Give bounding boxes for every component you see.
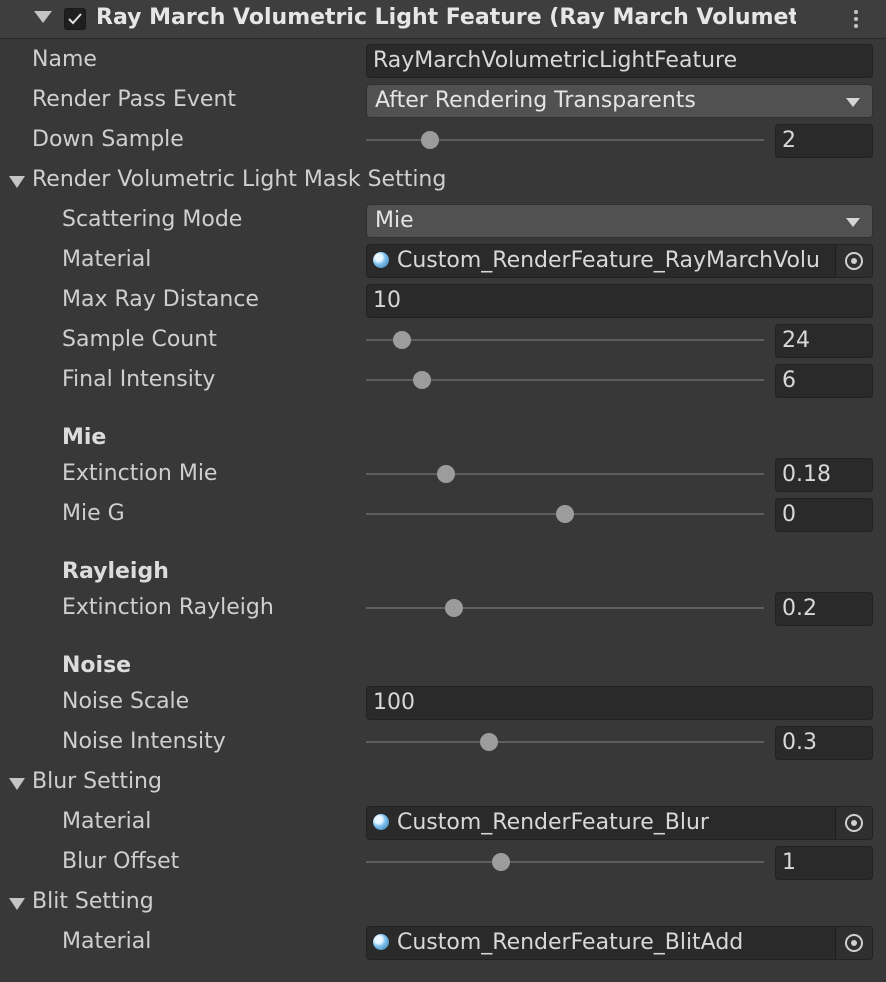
down-sample-label: Down Sample xyxy=(32,127,184,152)
render-pass-event-value: After Rendering Transparents xyxy=(375,88,696,113)
material-sphere-icon xyxy=(373,252,389,268)
more-options-icon[interactable] xyxy=(846,8,866,32)
name-field[interactable]: RayMarchVolumetricLightFeature xyxy=(366,44,873,78)
down-sample-field[interactable]: 2 xyxy=(775,124,873,158)
noise-intensity-slider-track[interactable] xyxy=(366,741,764,743)
extinction-rayleigh-field[interactable]: 0.2 xyxy=(775,592,873,626)
blit-material-field[interactable]: Custom_RenderFeature_BlitAdd xyxy=(366,926,873,960)
blur-offset-label: Blur Offset xyxy=(62,849,180,874)
blit-section-header[interactable]: Blit Setting xyxy=(32,884,154,920)
mie-g-field[interactable]: 0 xyxy=(775,498,873,532)
blur-material-field[interactable]: Custom_RenderFeature_Blur xyxy=(366,806,873,840)
blur-offset-field[interactable]: 1 xyxy=(775,846,873,880)
object-picker-icon[interactable] xyxy=(835,245,872,277)
material-label: Material xyxy=(62,247,152,272)
blit-material-label: Material xyxy=(62,929,152,954)
blit-material-value: Custom_RenderFeature_BlitAdd xyxy=(397,930,744,955)
max-ray-distance-label: Max Ray Distance xyxy=(62,287,259,312)
material-sphere-icon xyxy=(373,814,389,830)
final-intensity-field[interactable]: 6 xyxy=(775,364,873,398)
component-title: Ray March Volumetric Light Feature (Ray … xyxy=(96,5,796,30)
dropdown-arrow-icon xyxy=(846,218,860,227)
component-header: Ray March Volumetric Light Feature (Ray … xyxy=(0,0,886,39)
max-ray-distance-field[interactable]: 10 xyxy=(366,284,873,318)
mie-header: Mie xyxy=(62,425,107,450)
blur-offset-slider-thumb[interactable] xyxy=(492,853,511,871)
mask-material-value: Custom_RenderFeature_RayMarchVolu xyxy=(397,248,820,273)
sample-count-slider-thumb[interactable] xyxy=(392,331,411,349)
mask-foldout-arrow-icon[interactable] xyxy=(9,176,25,188)
noise-header: Noise xyxy=(62,653,132,678)
blur-foldout-arrow-icon[interactable] xyxy=(9,778,25,790)
dropdown-arrow-icon xyxy=(846,98,860,107)
noise-intensity-field[interactable]: 0.3 xyxy=(775,726,873,760)
enable-checkbox[interactable] xyxy=(64,8,86,30)
blit-foldout-arrow-icon[interactable] xyxy=(9,898,25,910)
checkmark-icon xyxy=(68,13,82,25)
sample-count-slider-track[interactable] xyxy=(366,339,764,341)
rayleigh-header: Rayleigh xyxy=(62,559,169,584)
material-sphere-icon xyxy=(373,934,389,950)
scattering-mode-dropdown[interactable]: Mie xyxy=(366,204,873,238)
render-pass-event-label: Render Pass Event xyxy=(32,87,237,112)
render-pass-event-dropdown[interactable]: After Rendering Transparents xyxy=(366,84,873,118)
object-picker-icon[interactable] xyxy=(835,807,872,839)
extinction-mie-slider-thumb[interactable] xyxy=(436,465,455,483)
extinction-rayleigh-slider-thumb[interactable] xyxy=(444,599,463,617)
down-sample-slider-thumb[interactable] xyxy=(420,131,439,149)
sample-count-field[interactable]: 24 xyxy=(775,324,873,358)
extinction-mie-field[interactable]: 0.18 xyxy=(775,458,873,492)
foldout-arrow-icon[interactable] xyxy=(34,11,52,23)
scattering-mode-value: Mie xyxy=(375,208,414,233)
name-label: Name xyxy=(32,47,97,72)
extinction-rayleigh-slider-track[interactable] xyxy=(366,607,764,609)
blur-material-label: Material xyxy=(62,809,152,834)
blur-offset-slider-track[interactable] xyxy=(366,861,764,863)
extinction-rayleigh-label: Extinction Rayleigh xyxy=(62,595,274,620)
noise-intensity-label: Noise Intensity xyxy=(62,729,226,754)
mie-g-label: Mie G xyxy=(62,501,125,526)
noise-scale-label: Noise Scale xyxy=(62,689,190,714)
mask-section-header[interactable]: Render Volumetric Light Mask Setting xyxy=(32,162,446,198)
scattering-mode-label: Scattering Mode xyxy=(62,207,243,232)
extinction-mie-slider-track[interactable] xyxy=(366,473,764,475)
noise-scale-field[interactable]: 100 xyxy=(366,686,873,720)
object-picker-icon[interactable] xyxy=(835,927,872,959)
blur-material-value: Custom_RenderFeature_Blur xyxy=(397,810,709,835)
extinction-mie-label: Extinction Mie xyxy=(62,461,218,486)
noise-intensity-slider-thumb[interactable] xyxy=(480,733,499,751)
mie-g-slider-thumb[interactable] xyxy=(556,505,574,523)
sample-count-label: Sample Count xyxy=(62,327,217,352)
mask-material-field[interactable]: Custom_RenderFeature_RayMarchVolu xyxy=(366,244,873,278)
blur-section-header[interactable]: Blur Setting xyxy=(32,764,162,800)
final-intensity-slider-thumb[interactable] xyxy=(412,371,431,389)
final-intensity-label: Final Intensity xyxy=(62,367,216,392)
